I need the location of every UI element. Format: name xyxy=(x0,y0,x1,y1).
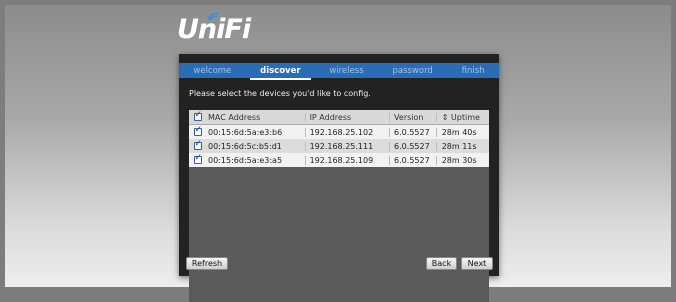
instruction-text: Please select the devices you'd like to … xyxy=(189,89,371,98)
ip-cell: 192.168.25.109 xyxy=(304,155,389,165)
mac-cell: 00:15:6d:5a:e3:b6 xyxy=(208,127,283,137)
back-button[interactable]: Back xyxy=(426,257,457,270)
header-version[interactable]: Version xyxy=(389,112,436,122)
uptime-cell: 28m 30s xyxy=(435,155,489,165)
tab-password[interactable]: password xyxy=(386,66,438,76)
tab-wireless[interactable]: wireless xyxy=(323,66,369,76)
uptime-cell: 28m 40s xyxy=(435,127,489,137)
next-button[interactable]: Next xyxy=(461,257,493,270)
row-checkbox[interactable] xyxy=(193,125,202,136)
ip-cell: 192.168.25.102 xyxy=(304,127,389,137)
version-cell: 6.0.5527 xyxy=(389,141,436,151)
row-checkbox[interactable] xyxy=(193,139,202,150)
tab-discover[interactable]: discover xyxy=(250,66,312,80)
ip-cell: 192.168.25.111 xyxy=(304,141,389,151)
setup-wizard-panel: welcome discover wireless password finis… xyxy=(179,54,499,302)
unifi-logo: UniFi xyxy=(177,14,251,45)
header-ip[interactable]: IP Address xyxy=(304,112,389,122)
table-row[interactable]: 00:15:6d:5a:e3:b6 192.168.25.102 6.0.552… xyxy=(189,125,489,139)
row-checkbox[interactable] xyxy=(193,153,202,164)
device-table: MAC Address IP Address Version ⇕ Uptime … xyxy=(189,110,489,302)
screen-frame: UniFi welcome discover wireless password… xyxy=(0,0,676,302)
refresh-button[interactable]: Refresh xyxy=(186,257,228,270)
header-mac[interactable]: MAC Address xyxy=(206,113,305,122)
mac-cell: 00:15:6d:5a:e3:a5 xyxy=(208,155,283,165)
header-uptime[interactable]: ⇕ Uptime xyxy=(435,112,489,122)
version-cell: 6.0.5527 xyxy=(389,155,436,165)
version-cell: 6.0.5527 xyxy=(389,127,436,137)
uptime-cell: 28m 11s xyxy=(435,141,489,151)
wizard-tabs: welcome discover wireless password finis… xyxy=(179,63,499,80)
table-header: MAC Address IP Address Version ⇕ Uptime xyxy=(189,110,489,125)
tab-welcome[interactable]: welcome xyxy=(187,66,237,76)
tab-finish[interactable]: finish xyxy=(456,66,491,76)
select-all-checkbox[interactable] xyxy=(193,110,202,121)
table-row[interactable]: 00:15:6d:5c:b5:d1 192.168.25.111 6.0.552… xyxy=(189,139,489,153)
mac-cell: 00:15:6d:5c:b5:d1 xyxy=(208,141,282,151)
table-row[interactable]: 00:15:6d:5a:e3:a5 192.168.25.109 6.0.552… xyxy=(189,153,489,167)
